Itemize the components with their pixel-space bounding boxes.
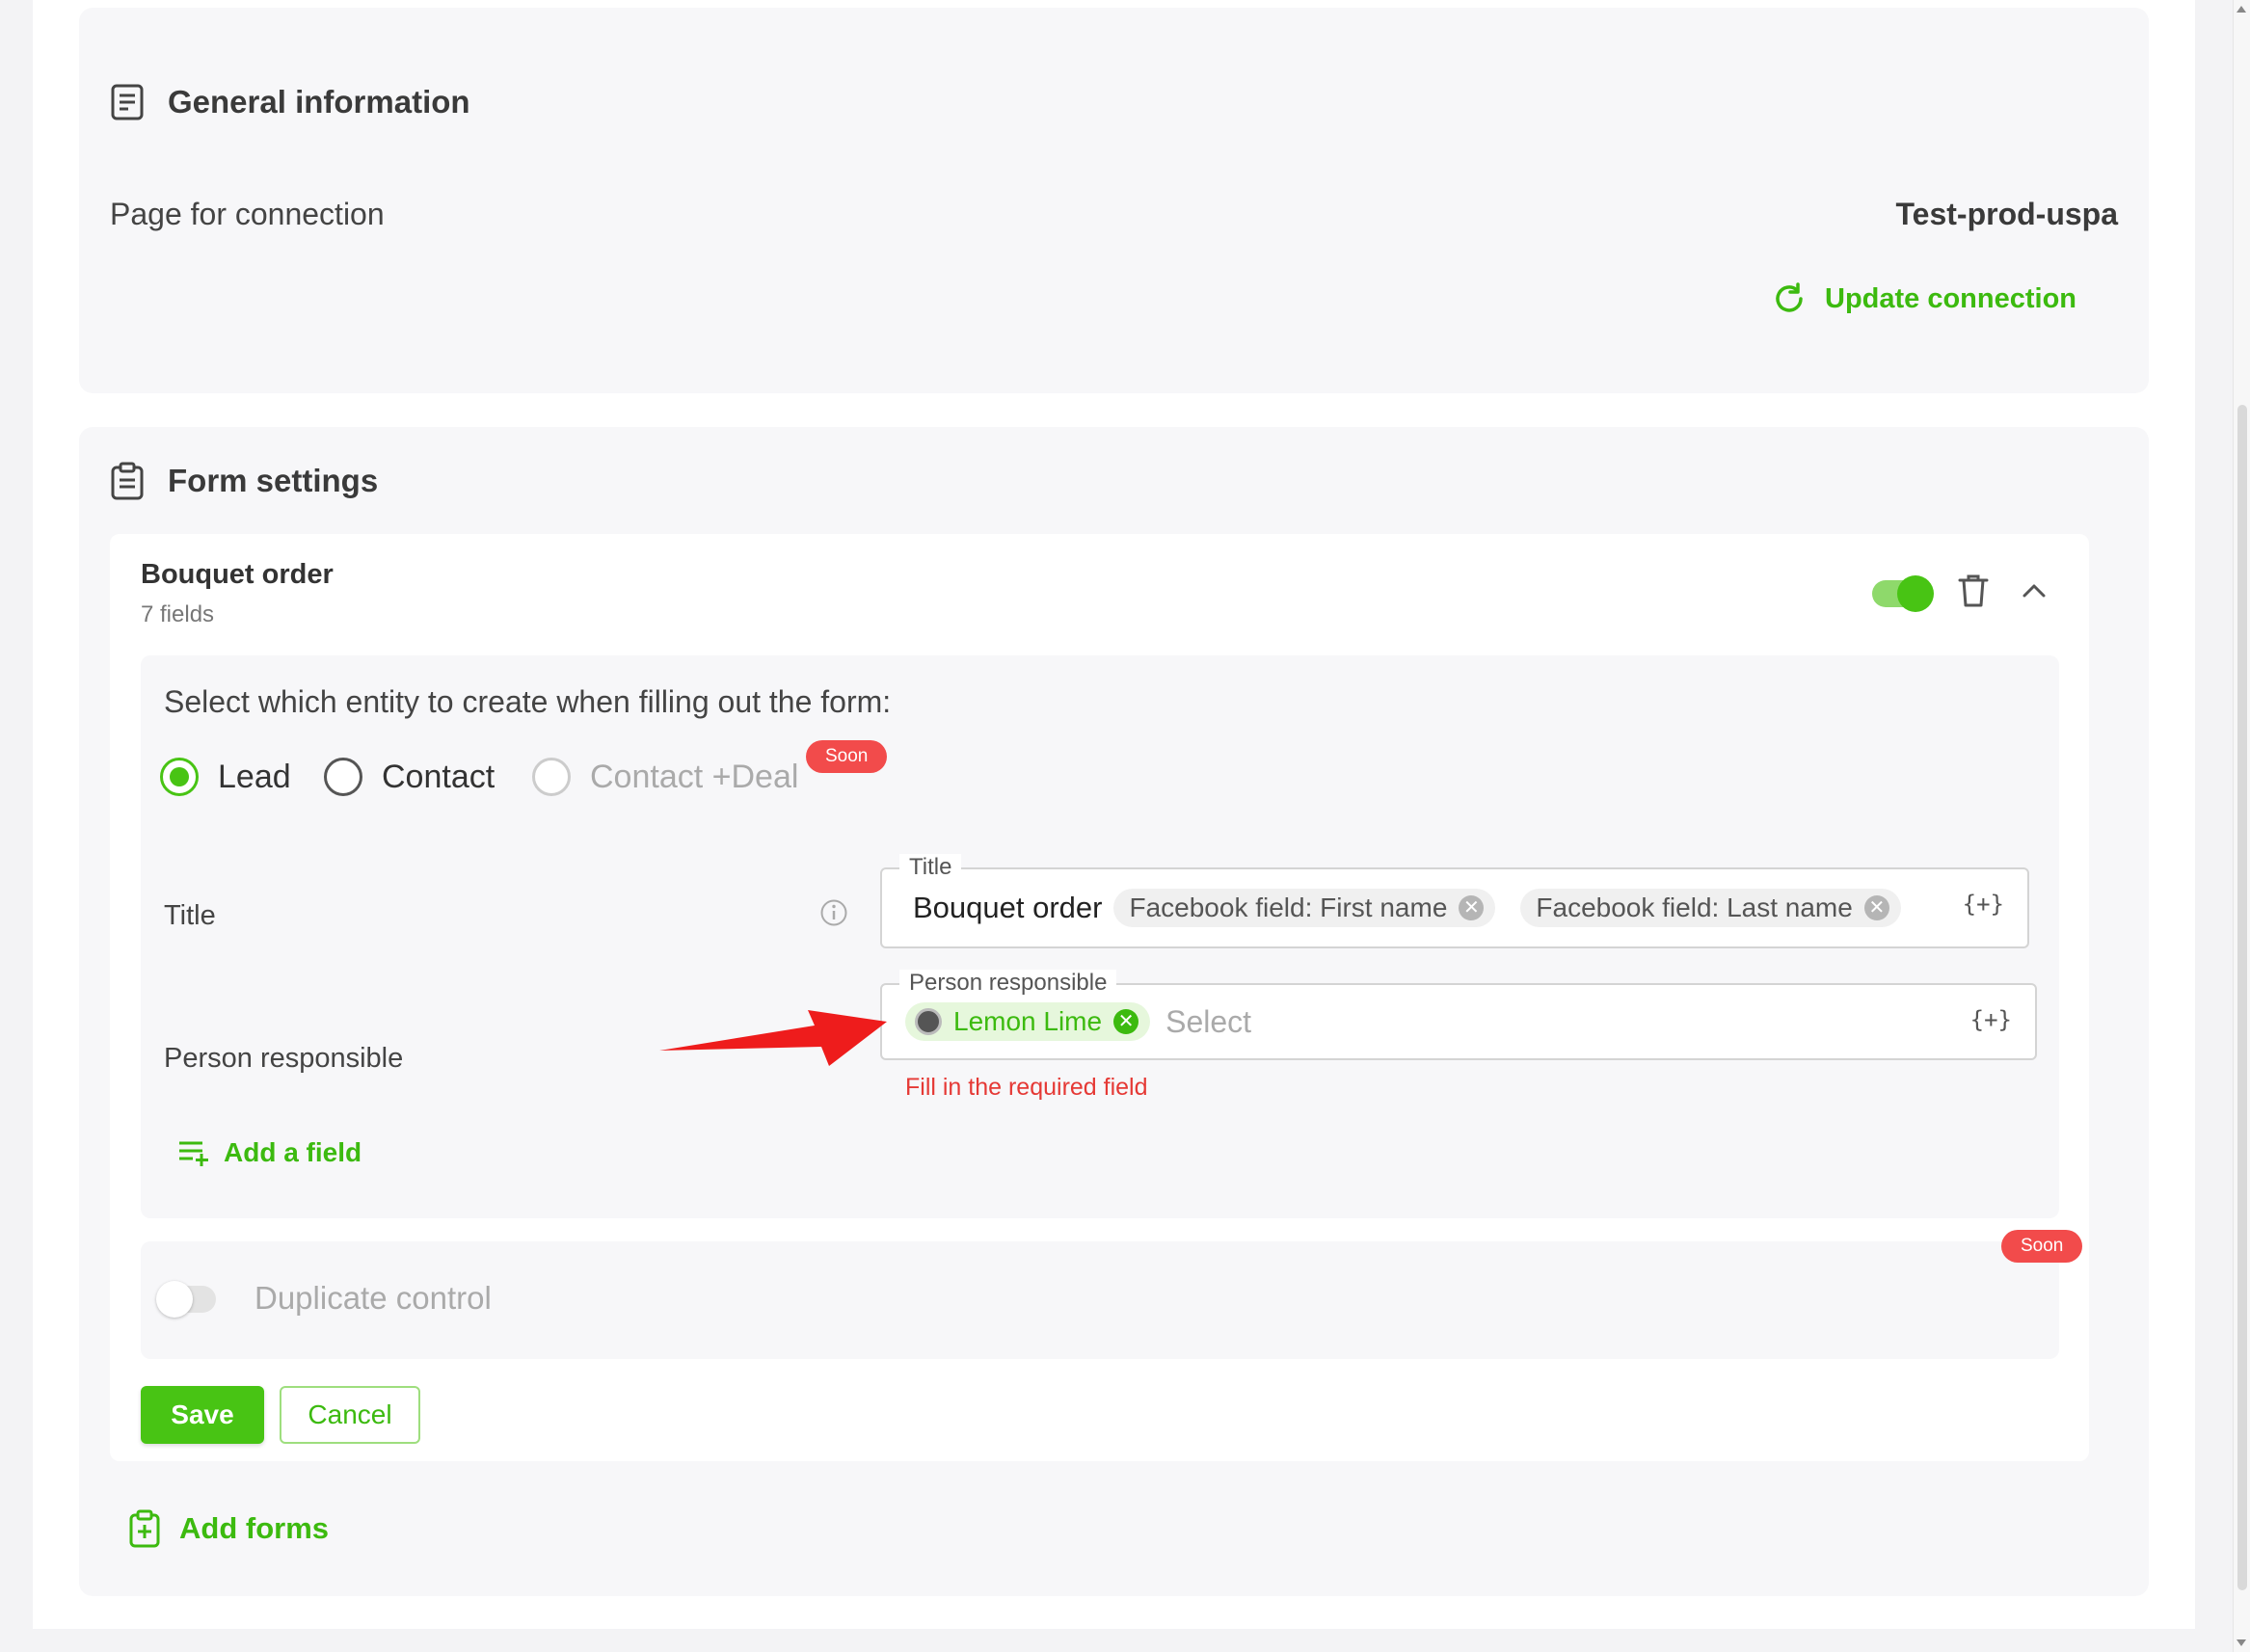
section-title: Form settings	[168, 463, 379, 498]
person-row-label: Person responsible	[164, 1043, 404, 1074]
soon-badge: Soon	[806, 740, 888, 773]
person-field-legend: Person responsible	[899, 970, 1117, 997]
document-icon	[111, 84, 144, 120]
person-field-error: Fill in the required field	[905, 1074, 1148, 1101]
page-connection-value: Test-prod-uspa	[1895, 197, 2118, 231]
save-button[interactable]: Save	[141, 1386, 264, 1444]
duplicate-control-label: Duplicate control	[254, 1280, 492, 1316]
radio-label: Contact	[382, 758, 496, 795]
title-field[interactable]: Title Bouquet order Facebook field: Firs…	[880, 854, 2029, 948]
close-icon[interactable]: ✕	[1113, 1009, 1139, 1034]
duplicate-control-toggle	[156, 1281, 216, 1318]
form-name: Bouquet order	[141, 559, 334, 590]
insert-variable-icon[interactable]: {+}	[1963, 891, 2004, 918]
scrollbar[interactable]	[2233, 0, 2250, 1652]
radio-circle	[160, 758, 199, 796]
title-field-legend: Title	[899, 854, 962, 881]
title-field-text: Bouquet order	[913, 891, 1103, 924]
radio-contact-deal: Contact +Deal	[532, 758, 798, 796]
chevron-up-icon[interactable]	[2021, 580, 2048, 600]
person-select-placeholder[interactable]: Select	[1165, 1004, 1251, 1040]
scrollbar-thumb[interactable]	[2237, 405, 2247, 1590]
add-field-label: Add a field	[224, 1137, 362, 1167]
duplicate-control-box: Duplicate control	[141, 1241, 2059, 1359]
general-information-card: General information Page for connection …	[79, 8, 2149, 393]
avatar	[915, 1008, 942, 1035]
soon-badge: Soon	[2001, 1230, 2083, 1263]
radio-circle	[532, 758, 571, 796]
scroll-down-icon[interactable]	[2237, 1639, 2246, 1646]
chip-label: Facebook field: First name	[1129, 893, 1448, 922]
add-forms-label: Add forms	[179, 1511, 329, 1545]
cancel-button[interactable]: Cancel	[280, 1386, 420, 1444]
field-chip[interactable]: Facebook field: Last name ✕	[1520, 889, 1901, 927]
entity-question: Select which entity to create when filli…	[164, 684, 892, 719]
title-row-label: Title	[164, 900, 216, 931]
close-icon[interactable]: ✕	[1863, 895, 1889, 920]
radio-contact[interactable]: Contact	[324, 758, 495, 796]
person-responsible-field[interactable]: Person responsible Lemon Lime ✕ Select {…	[880, 970, 2037, 1060]
section-title: General information	[168, 84, 470, 120]
insert-variable-icon[interactable]: {+}	[1970, 1006, 2012, 1033]
close-icon[interactable]: ✕	[1459, 895, 1485, 920]
add-forms-button[interactable]: Add forms	[129, 1509, 329, 1548]
toggle-knob	[156, 1281, 193, 1318]
radio-lead[interactable]: Lead	[160, 758, 291, 796]
page-connection-label: Page for connection	[110, 197, 385, 231]
red-arrow-icon	[659, 1010, 887, 1066]
trash-icon[interactable]	[1957, 573, 1990, 609]
info-icon[interactable]	[819, 898, 848, 927]
chip-label: Facebook field: Last name	[1536, 893, 1853, 922]
form-field-count: 7 fields	[141, 601, 215, 627]
form-item-bouquet-order: Bouquet order 7 fields Select which enti…	[110, 534, 2089, 1461]
form-settings-heading: Form settings	[110, 462, 378, 500]
add-field-button[interactable]: Add a field	[177, 1137, 362, 1168]
clipboard-icon	[111, 462, 144, 500]
person-chip[interactable]: Lemon Lime ✕	[905, 1002, 1151, 1041]
title-field-content: Bouquet order Facebook field: First name…	[913, 889, 1901, 927]
entity-settings-box: Select which entity to create when filli…	[141, 655, 2059, 1218]
form-enabled-toggle[interactable]	[1872, 575, 1934, 612]
person-field-content: Lemon Lime ✕ Select	[905, 1002, 1251, 1041]
general-information-heading: General information	[110, 83, 470, 121]
update-connection-label: Update connection	[1825, 282, 2077, 314]
field-chip[interactable]: Facebook field: First name ✕	[1113, 889, 1496, 927]
list-add-icon	[179, 1141, 208, 1166]
radio-label: Lead	[218, 758, 291, 795]
refresh-icon	[1776, 282, 1803, 312]
chip-label: Lemon Lime	[953, 1006, 1103, 1036]
update-connection-button[interactable]: Update connection	[1725, 263, 2120, 334]
toggle-knob	[1897, 575, 1934, 612]
scroll-up-icon[interactable]	[2237, 6, 2246, 13]
radio-label: Contact +Deal	[590, 758, 799, 795]
clipboard-plus-icon	[129, 1509, 160, 1548]
radio-circle	[324, 758, 362, 796]
